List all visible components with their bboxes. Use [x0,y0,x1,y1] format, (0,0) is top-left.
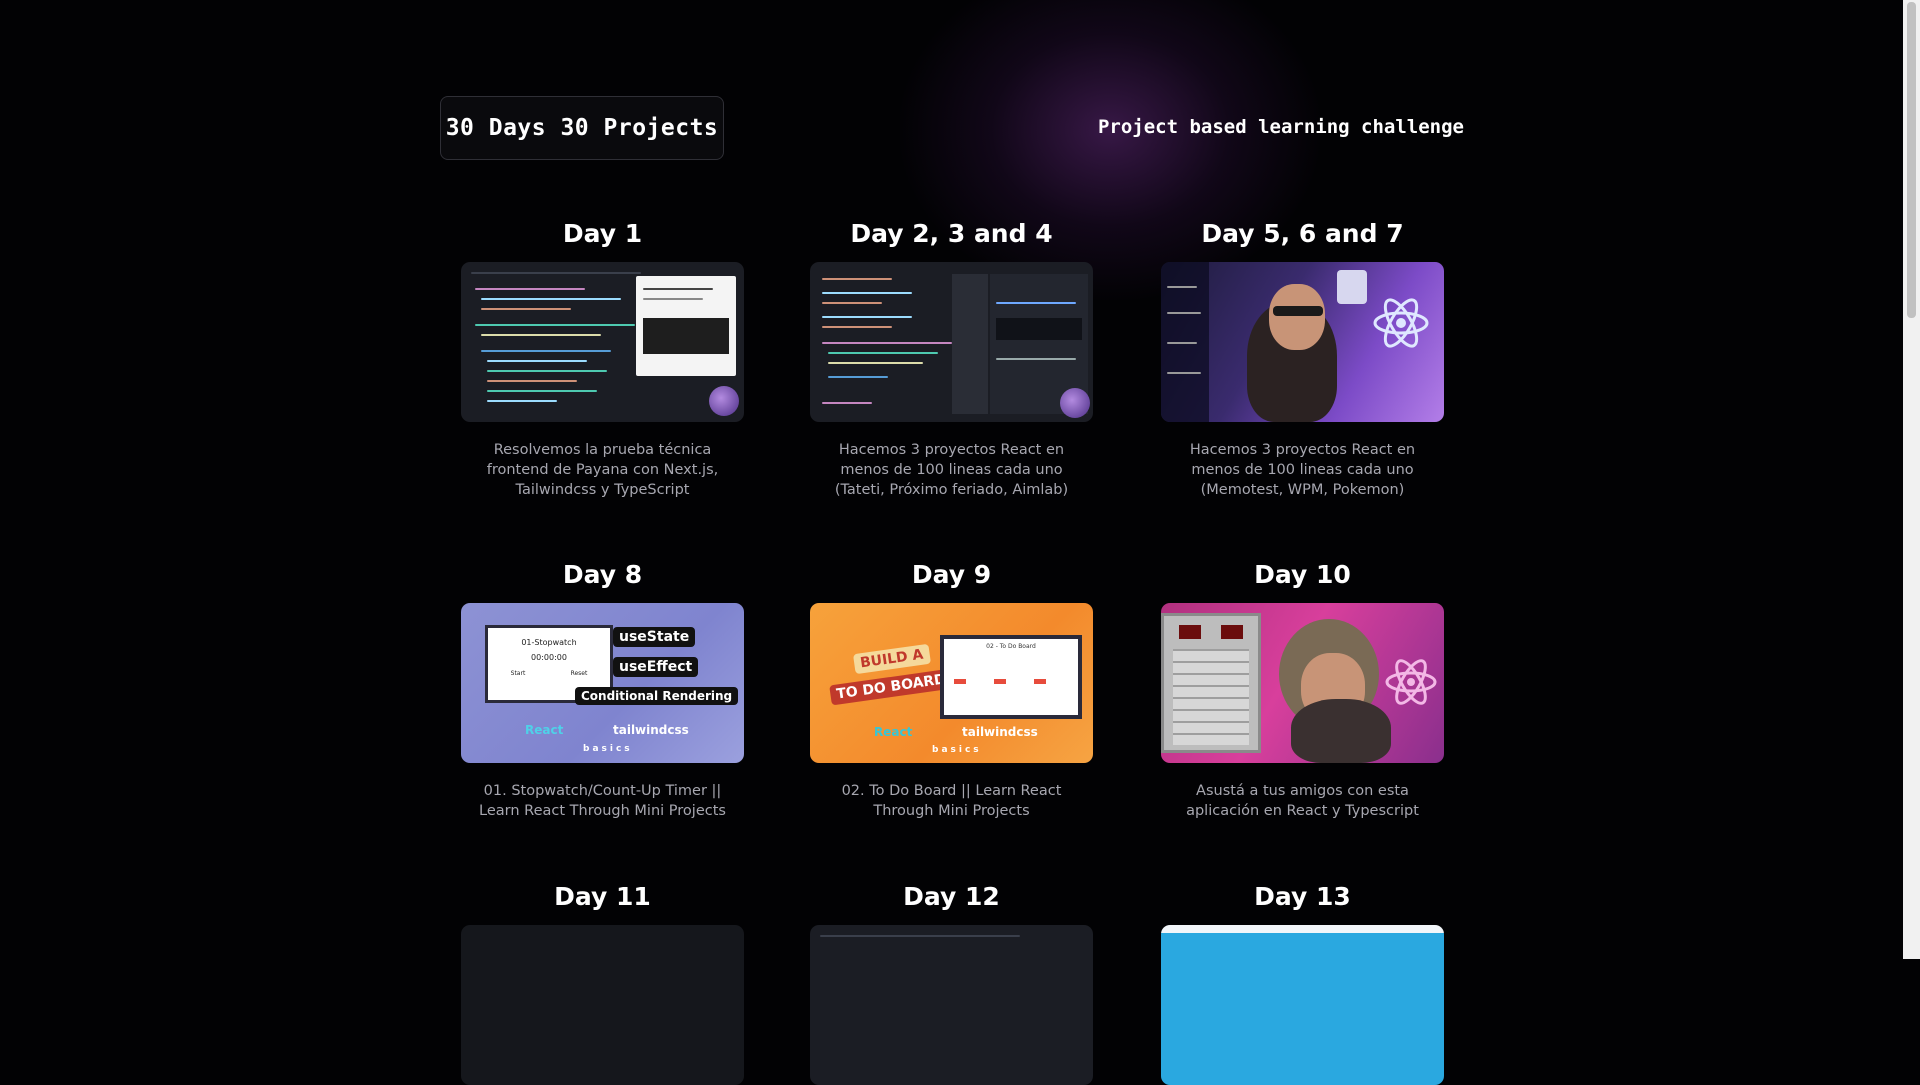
card-title: Day 13 [1254,882,1351,911]
project-card[interactable]: Day 12 [810,881,1093,1085]
thumb-basics-label: basics [583,744,633,754]
project-card[interactable]: Day 9 BUILD A TO DO BOARD 02 - To Do Boa… [810,559,1093,821]
thumb-basics-label: basics [932,745,982,755]
card-description: 02. To Do Board || Learn React Through M… [841,783,1062,819]
thumb-react-label: React [525,723,564,737]
tagline: Project based learning challenge [1097,116,1464,138]
project-card[interactable]: Day 10 Asustá a tus amigos con esta apli… [1161,559,1444,821]
thumb-banner-todo: TO DO BOARD [829,668,953,706]
project-card[interactable]: Day 5, 6 and 7 Hacemos 3 proyectos React… [1161,218,1444,500]
thumb-box-title: 01-Stopwatch [521,638,577,647]
scrollbar-thumb[interactable] [1907,2,1916,318]
card-thumbnail[interactable] [810,262,1093,422]
page-scrollbar[interactable] [1903,0,1920,959]
project-card[interactable]: Day 13 [1161,881,1444,1085]
thumb-reset-label: Reset [570,670,588,677]
card-title: Day 2, 3 and 4 [850,219,1053,248]
project-card[interactable]: Day 11 [461,881,744,1085]
thumb-pill-conditional: Conditional Rendering [575,687,739,705]
card-title: Day 10 [1254,560,1351,589]
card-thumbnail[interactable] [461,262,744,422]
react-logo-icon [1373,298,1429,348]
card-thumbnail[interactable]: 01-Stopwatch 00:00:00 Start Reset useSta… [461,603,744,763]
streamer-avatar [709,386,739,416]
card-thumbnail[interactable] [1161,603,1444,763]
project-card[interactable]: Day 1 Resolvemos la prueba técnica front… [461,218,744,500]
thumb-tailwind-label: tailwindcss [962,725,1038,739]
thumb-banner-build: BUILD A [852,643,931,675]
card-title: Day 8 [562,560,643,589]
react-logo-icon [1385,659,1437,705]
card-description: Asustá a tus amigos con esta aplicación … [1186,783,1419,819]
card-description: 01. Stopwatch/Count-Up Timer || Learn Re… [479,783,726,819]
card-description: Hacemos 3 proyectos React en menos de 10… [834,442,1069,498]
card-title: Day 9 [911,560,992,589]
thumb-board-title: 02 - To Do Board [986,643,1036,650]
card-thumbnail[interactable] [1161,262,1444,422]
thumb-timer: 00:00:00 [531,653,567,662]
card-title: Day 1 [562,219,643,248]
card-title: Day 12 [903,882,1000,911]
thumb-start-label: Start [510,670,526,677]
thumb-pill-useeffect: useEffect [613,657,699,677]
streamer-avatar [1060,388,1090,418]
thumb-react-label: React [874,725,913,739]
card-thumbnail[interactable] [1161,925,1444,1085]
page-header: 30 Days 30 Projects Project based learni… [440,96,1464,162]
thumb-pill-usestate: useState [613,627,696,647]
card-description: Hacemos 3 proyectos React en menos de 10… [1189,442,1416,498]
card-thumbnail[interactable] [810,925,1093,1085]
project-card[interactable]: Day 8 01-Stopwatch 00:00:00 Start Reset … [461,559,744,821]
card-thumbnail[interactable] [461,925,744,1085]
card-title: Day 11 [554,882,651,911]
project-card[interactable]: Day 2, 3 and 4 Hacemos 3 proyectos React… [810,218,1093,500]
card-description: Resolvemos la prueba técnica frontend de… [486,442,719,498]
thumb-tailwind-label: tailwindcss [613,723,689,737]
card-title: Day 5, 6 and 7 [1201,219,1404,248]
card-thumbnail[interactable]: BUILD A TO DO BOARD 02 - To Do Board Rea… [810,603,1093,763]
site-brand[interactable]: 30 Days 30 Projects [440,96,724,160]
